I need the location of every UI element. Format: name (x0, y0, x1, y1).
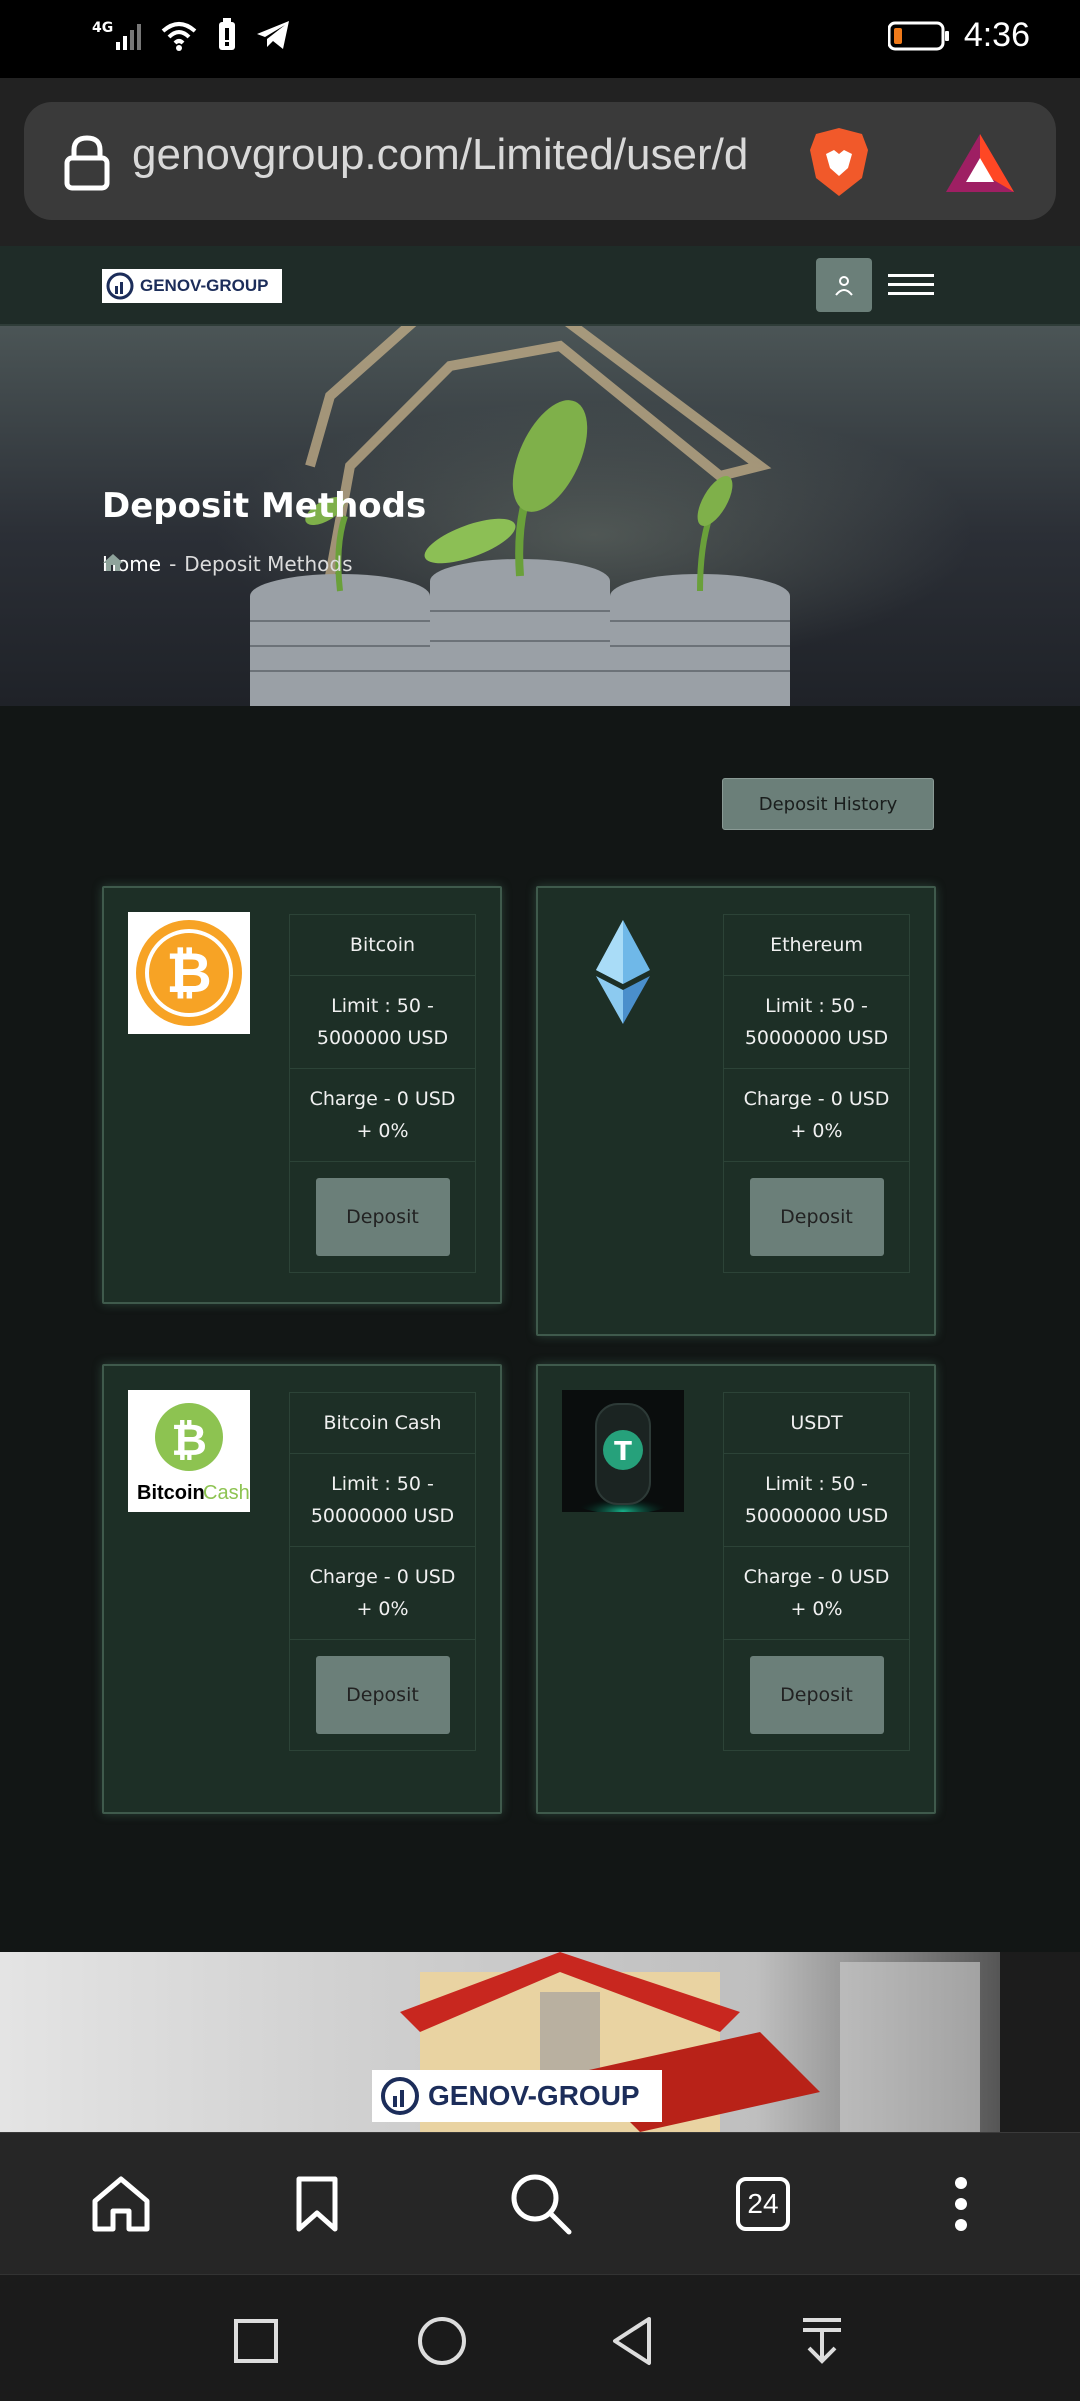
method-info: Ethereum Limit : 50 - 50000000 USD Charg… (723, 914, 910, 1273)
home-icon (92, 2176, 150, 2232)
deposit-button[interactable]: Deposit (749, 1656, 884, 1734)
site-logo[interactable]: GENOV-GROUP (102, 269, 282, 303)
back-triangle-icon (613, 2317, 651, 2365)
deposit-method-card: Ethereum Limit : 50 - 50000000 USD Charg… (536, 886, 936, 1336)
hamburger-menu-button[interactable] (888, 268, 934, 302)
lock-icon[interactable] (62, 132, 112, 192)
brave-shield-icon[interactable] (804, 124, 874, 200)
home-icon (103, 554, 123, 571)
user-account-button[interactable] (816, 258, 872, 312)
method-name: Ethereum (724, 915, 909, 976)
method-logo: ₿ (128, 912, 250, 1034)
back-button[interactable] (604, 2313, 660, 2369)
footer-logo[interactable]: GENOV-GROUP (372, 2070, 662, 2122)
recents-button[interactable] (228, 2313, 284, 2369)
method-action: Deposit (724, 1640, 909, 1750)
method-action: Deposit (290, 1162, 475, 1272)
system-navigation-bar (0, 2274, 1080, 2401)
bitcoin-cash-logo-text-a: Bitcoin (137, 1482, 205, 1504)
browser-toolbar: genovgroup.com/Limited/user/d (0, 78, 1080, 246)
bitcoin-cash-icon: ₿ Bitcoin Cash (137, 1403, 249, 1504)
deposit-method-card: ₿ Bitcoin Limit : 50 - 5000000 USD Charg… (102, 886, 502, 1304)
footer-logo-text: GENOV-GROUP (428, 2080, 640, 2111)
deposit-button[interactable]: Deposit (749, 1178, 884, 1256)
method-action: Deposit (290, 1640, 475, 1750)
url-text[interactable]: genovgroup.com/Limited/user/d (132, 130, 802, 180)
bookmarks-button[interactable] (282, 2169, 352, 2239)
logo-mark-icon (381, 2077, 419, 2115)
usdt-icon: T (562, 1390, 684, 1512)
notification-pulldown-button[interactable] (794, 2313, 850, 2369)
clock: 4:36 (963, 16, 1030, 54)
method-charge: Charge - 0 USD + 0% (724, 1069, 909, 1162)
method-logo: T (562, 1390, 684, 1512)
main-content: Deposit History ₿ Bitcoin Limit : 50 - 5… (0, 706, 1080, 1952)
bitcoin-icon: ₿ (136, 920, 242, 1026)
page-title: Deposit Methods (102, 486, 427, 526)
tabs-button[interactable]: 24 (728, 2169, 798, 2239)
method-logo: ₿ Bitcoin Cash (128, 1390, 250, 1512)
battery-saver-icon (219, 18, 236, 50)
pull-down-icon (803, 2318, 841, 2364)
method-name: Bitcoin Cash (290, 1393, 475, 1454)
deposit-button[interactable]: Deposit (315, 1178, 450, 1256)
deposit-history-button[interactable]: Deposit History (722, 778, 934, 830)
method-info: USDT Limit : 50 - 50000000 USD Charge - … (723, 1392, 910, 1751)
breadcrumb-separator: - (169, 552, 177, 576)
search-button[interactable] (506, 2169, 576, 2239)
method-charge: Charge - 0 USD + 0% (724, 1547, 909, 1640)
svg-text:₿: ₿ (171, 1415, 207, 1466)
signal-icon: 4G (92, 20, 142, 50)
logo-text: GENOV-GROUP (140, 276, 269, 295)
logo-mark-icon (106, 272, 134, 300)
svg-text:T: T (614, 1437, 632, 1467)
method-info: Bitcoin Cash Limit : 50 - 50000000 USD C… (289, 1392, 476, 1751)
footer-banner: GENOV-GROUP (0, 1952, 1080, 2132)
home-button[interactable] (86, 2169, 156, 2239)
method-charge: Charge - 0 USD + 0% (290, 1069, 475, 1162)
method-action: Deposit (724, 1162, 909, 1272)
network-type: 4G (92, 20, 114, 36)
bitcoin-cash-logo-text-b: Cash (203, 1482, 249, 1504)
method-name: Bitcoin (290, 915, 475, 976)
deposit-button[interactable]: Deposit (315, 1656, 450, 1734)
breadcrumb: Home - Deposit Methods (102, 552, 353, 576)
method-limit: Limit : 50 - 50000000 USD (724, 976, 909, 1069)
method-limit: Limit : 50 - 50000000 USD (290, 1454, 475, 1547)
user-icon (835, 276, 853, 296)
address-bar[interactable]: genovgroup.com/Limited/user/d (24, 102, 1056, 220)
bat-rewards-icon[interactable] (944, 132, 1016, 194)
site-header: GENOV-GROUP (0, 246, 1080, 326)
method-limit: Limit : 50 - 5000000 USD (290, 976, 475, 1069)
breadcrumb-current: Deposit Methods (184, 552, 353, 576)
square-icon (234, 2319, 278, 2363)
search-icon (511, 2174, 572, 2235)
svg-text:₿: ₿ (166, 941, 212, 1006)
browser-bottom-toolbar: 24 (0, 2132, 1080, 2275)
deposit-method-card: T USDT Limit : 50 - 50000000 USD Charge … (536, 1364, 936, 1814)
ethereum-icon (596, 920, 650, 1024)
method-info: Bitcoin Limit : 50 - 5000000 USD Charge … (289, 914, 476, 1273)
more-vertical-icon (955, 2177, 967, 2231)
status-bar: 4G 4:36 (0, 0, 1080, 78)
method-name: USDT (724, 1393, 909, 1454)
wifi-icon (161, 22, 197, 51)
method-charge: Charge - 0 USD + 0% (290, 1547, 475, 1640)
bookmark-icon (296, 2176, 338, 2232)
circle-icon (418, 2317, 466, 2365)
method-limit: Limit : 50 - 50000000 USD (724, 1454, 909, 1547)
telegram-icon (257, 21, 290, 49)
system-home-button[interactable] (414, 2313, 470, 2369)
method-logo (562, 912, 684, 1034)
more-options-button[interactable] (926, 2169, 996, 2239)
hero-banner: Deposit Methods Home - Deposit Methods (0, 326, 1080, 706)
deposit-method-card: ₿ Bitcoin Cash Bitcoin Cash Limit : 50 -… (102, 1364, 502, 1814)
battery-icon (887, 21, 949, 50)
tab-count: 24 (736, 2177, 790, 2231)
